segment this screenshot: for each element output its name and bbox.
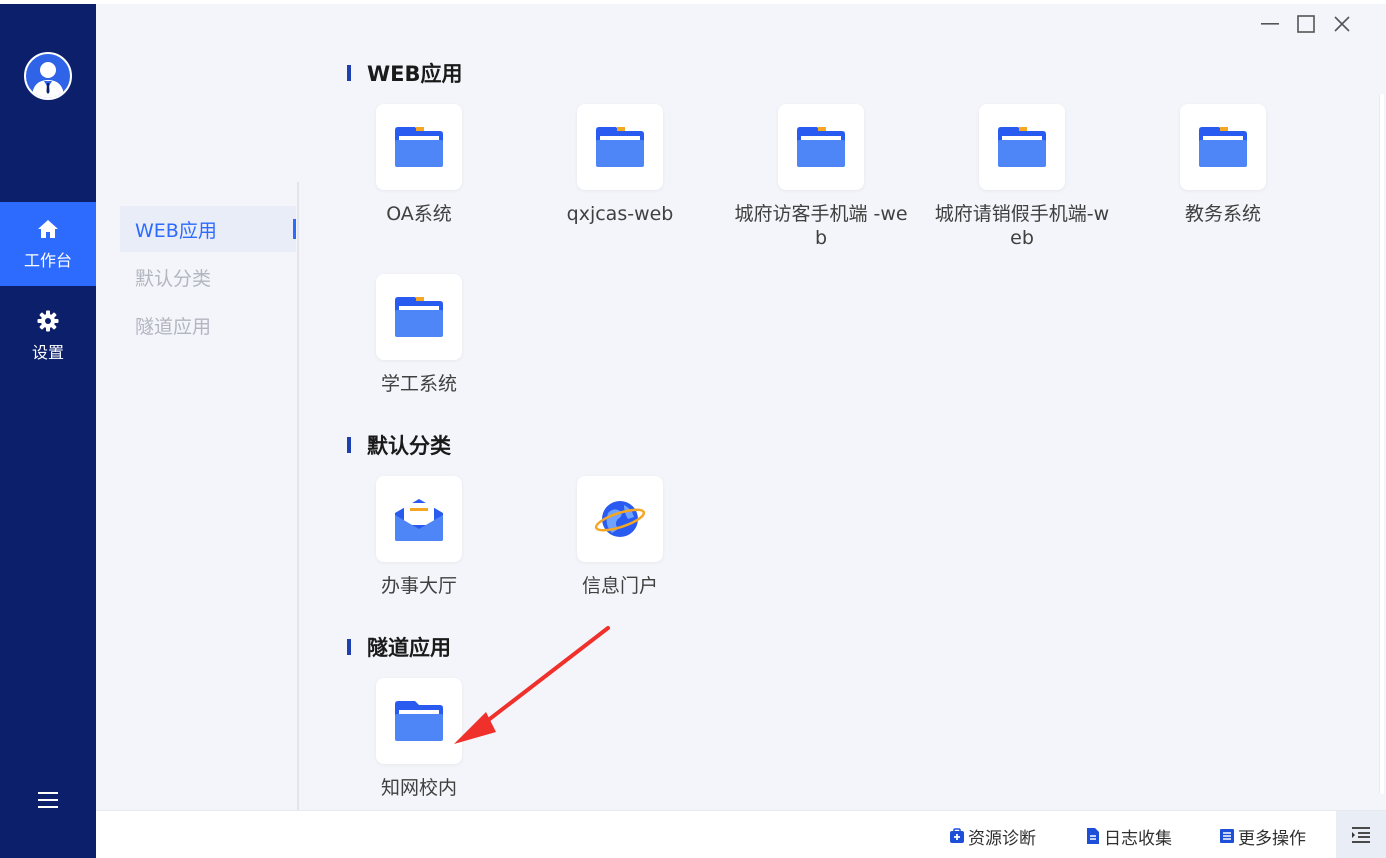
category-default[interactable]: 默认分类 [120, 254, 296, 300]
resource-diagnose-button[interactable]: 资源诊断 [948, 825, 1036, 849]
section-title-default: 默认分类 [347, 430, 451, 460]
app-service-hall[interactable]: 办事大厅 [327, 476, 511, 598]
minimize-icon[interactable] [1258, 12, 1282, 36]
collapse-menu-button[interactable] [1336, 811, 1386, 858]
nav-item-settings[interactable]: 设置 [0, 294, 96, 378]
footer-label: 更多操作 [1238, 828, 1306, 849]
app-qxjcas-web[interactable]: qxjcas-web [528, 104, 712, 226]
app-name: 学工系统 [380, 373, 457, 395]
app-tile [577, 476, 663, 562]
gear-icon [37, 310, 59, 332]
app-tile [376, 104, 462, 190]
log-collect-button[interactable]: 日志收集 [1084, 825, 1172, 849]
app-leave-mobile[interactable]: 城府请销假手机端-web [930, 104, 1114, 250]
more-actions-button[interactable]: 更多操作 [1218, 825, 1306, 849]
user-avatar[interactable] [24, 52, 72, 100]
app-tile [979, 104, 1065, 190]
app-name: 城府请销假手机端-web [934, 203, 1110, 249]
folder-icon [596, 127, 644, 167]
section-title-web: WEB应用 [347, 58, 463, 88]
sidebar: 工作台 设置 [0, 4, 96, 858]
menu-icon[interactable] [36, 788, 60, 812]
folder-icon [1199, 127, 1247, 167]
maximize-icon[interactable] [1294, 12, 1318, 36]
category-tunnel[interactable]: 隧道应用 [120, 302, 296, 348]
document-icon [1087, 828, 1099, 844]
section-title-text: 隧道应用 [367, 636, 451, 660]
section-marker [347, 65, 351, 81]
app-name: 知网校内 [380, 777, 457, 799]
section-title-text: 默认分类 [367, 434, 451, 458]
app-academic[interactable]: 教务系统 [1131, 104, 1315, 226]
nav-item-workbench[interactable]: 工作台 [0, 202, 96, 286]
indent-menu-icon [1352, 827, 1370, 843]
footer-label: 资源诊断 [968, 828, 1036, 849]
app-content: WEB应用 OA系统 qxjcas-web 城府访客手机端 -web 城府请销假… [301, 46, 1376, 810]
nav-label: 设置 [31, 343, 64, 362]
app-name: OA系统 [386, 203, 452, 225]
folder-icon [395, 297, 443, 337]
folder-icon [797, 127, 845, 167]
app-info-portal[interactable]: 信息门户 [528, 476, 712, 598]
app-name: 城府访客手机端 -web [734, 203, 908, 249]
section-title-tunnel: 隧道应用 [347, 632, 451, 662]
app-visitor-mobile[interactable]: 城府访客手机端 -web [729, 104, 913, 250]
nav-label: 工作台 [23, 251, 72, 270]
footer-bar: 资源诊断 日志收集 更多操作 [96, 810, 1386, 858]
folder-icon [395, 127, 443, 167]
category-web[interactable]: WEB应用 [120, 206, 296, 252]
app-tile [376, 274, 462, 360]
content-scrollbar[interactable] [1376, 46, 1386, 810]
app-name: 办事大厅 [380, 575, 457, 597]
app-name: 信息门户 [581, 575, 658, 597]
app-tile [376, 678, 462, 764]
user-icon [32, 62, 64, 98]
home-icon [38, 220, 58, 238]
app-cnki-campus[interactable]: 知网校内 [327, 678, 511, 800]
app-tile [778, 104, 864, 190]
folder-icon [395, 701, 443, 741]
main-window: WEB应用 默认分类 隧道应用 WEB应用 OA系统 qxjcas-web 城府… [96, 4, 1386, 858]
mail-icon [395, 499, 443, 541]
folder-icon [998, 127, 1046, 167]
app-oa[interactable]: OA系统 [327, 104, 511, 226]
section-marker [347, 437, 351, 453]
list-icon [1220, 829, 1234, 843]
app-name: 教务系统 [1184, 203, 1261, 225]
app-student-affairs[interactable]: 学工系统 [327, 274, 511, 396]
app-name: qxjcas-web [566, 203, 674, 225]
section-title-text: WEB应用 [367, 62, 463, 86]
app-tile [577, 104, 663, 190]
category-nav: WEB应用 默认分类 隧道应用 [96, 182, 299, 810]
section-marker [347, 639, 351, 655]
close-icon[interactable] [1330, 12, 1354, 36]
scrollbar-thumb[interactable] [1379, 94, 1384, 794]
medkit-icon [950, 828, 964, 843]
app-tile [1180, 104, 1266, 190]
app-tile [376, 476, 462, 562]
title-bar [96, 4, 1386, 46]
globe-icon [594, 501, 646, 537]
footer-label: 日志收集 [1104, 828, 1172, 849]
